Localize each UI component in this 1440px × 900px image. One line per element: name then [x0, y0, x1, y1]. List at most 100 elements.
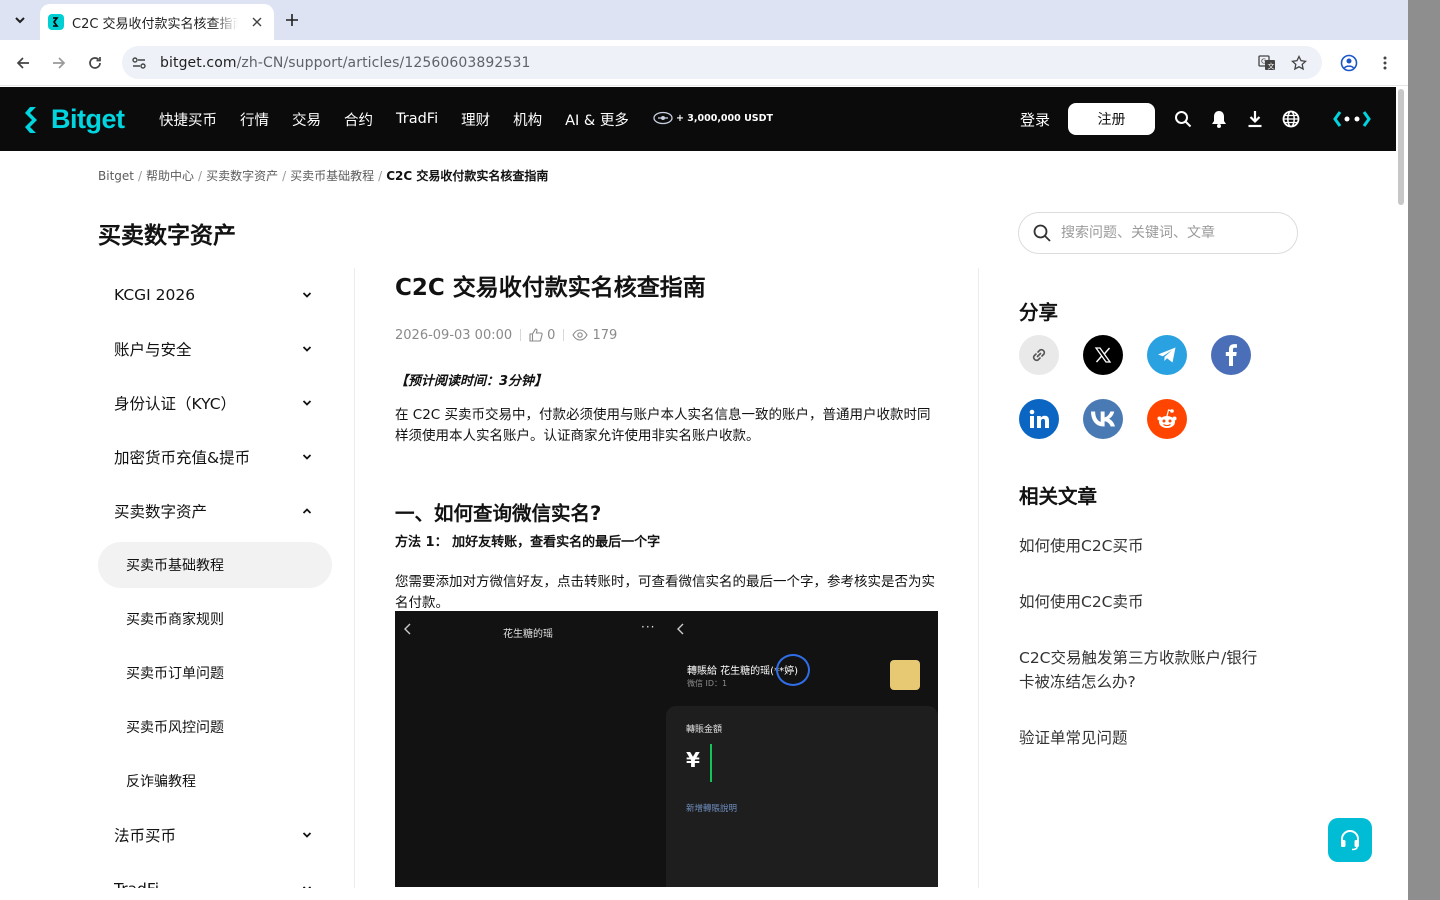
facebook-icon — [1225, 344, 1237, 366]
help-search[interactable] — [1018, 212, 1298, 254]
sidebar-item-label: TradFi — [114, 880, 159, 888]
sidebar-item-buy-sell[interactable]: 买卖数字资产 — [98, 484, 332, 538]
new-tab-button[interactable] — [282, 10, 302, 30]
download-button[interactable] — [1244, 108, 1266, 130]
page-scrollbar[interactable] — [1396, 87, 1408, 900]
share-link-button[interactable] — [1019, 335, 1059, 375]
customer-support-button[interactable] — [1328, 818, 1372, 862]
login-link[interactable]: 登录 — [1020, 109, 1050, 130]
share-reddit-button[interactable] — [1147, 399, 1187, 439]
close-tab-icon[interactable] — [248, 13, 266, 31]
arrow-right-icon — [53, 57, 66, 69]
language-button[interactable] — [1280, 108, 1302, 130]
nav-ai-more[interactable]: AI & 更多 — [565, 109, 629, 130]
breadcrumb: Bitget / 帮助中心 / 买卖数字资产 / 买卖币基础教程 / C2C 交易收付款… — [98, 167, 548, 184]
promo-banner[interactable]: + 3,000,000 USDT — [653, 111, 773, 125]
meta-divider — [563, 329, 565, 341]
forward-button[interactable] — [47, 51, 71, 75]
back-button[interactable] — [11, 51, 35, 75]
trophy-badge-icon — [653, 111, 673, 125]
url-text: bitget.com/zh-CN/support/articles/125606… — [160, 55, 530, 71]
back-arrow-icon — [677, 623, 684, 635]
nav-earn[interactable]: 理财 — [461, 109, 490, 130]
search-input[interactable] — [1061, 225, 1281, 241]
sidebar-item-account-security[interactable]: 账户与安全 — [98, 322, 332, 376]
linkedin-icon — [1029, 409, 1049, 428]
sidebar-subitem-order-issues[interactable]: 买卖币订单问题 — [98, 646, 332, 700]
sidebar-item-tradfi[interactable]: TradFi — [98, 862, 332, 888]
chevron-down-icon — [300, 342, 314, 356]
nav-markets[interactable]: 行情 — [240, 109, 269, 130]
sidebar-item-label: 身份认证（KYC） — [114, 395, 237, 413]
related-article-link[interactable]: C2C交易触发第三方收款账户/银行卡被冻结怎么办? — [1019, 646, 1259, 694]
share-x-button[interactable] — [1083, 335, 1123, 375]
search-button[interactable] — [1172, 108, 1194, 130]
notifications-button[interactable] — [1208, 108, 1230, 130]
nav-trade[interactable]: 交易 — [292, 109, 321, 130]
translate-button[interactable]: 文G — [1256, 52, 1278, 74]
site-header: Bitget 快捷买币 行情 交易 合约 TradFi 理财 机构 AI & 更… — [0, 87, 1396, 151]
like-button[interactable]: 0 — [529, 328, 555, 343]
chat-title: 花生糖的瑶 — [503, 629, 553, 640]
register-button[interactable]: 注册 — [1068, 103, 1155, 135]
sidebar-subitem-risk-control[interactable]: 买卖币风控问题 — [98, 700, 332, 754]
related-article-link[interactable]: 如何使用C2C买币 — [1019, 534, 1259, 558]
currency-symbol: ¥ — [686, 748, 700, 772]
profile-button[interactable] — [1337, 51, 1361, 75]
meta-divider — [520, 329, 522, 341]
logo-text: Bitget — [51, 104, 125, 134]
related-article-link[interactable]: 验证单常见问题 — [1019, 726, 1259, 750]
bitget-favicon-icon — [48, 14, 64, 30]
address-bar[interactable]: bitget.com/zh-CN/support/articles/125606… — [122, 46, 1322, 79]
article: C2C 交易收付款实名核查指南 2026-09-03 00:00 0 179 【… — [395, 270, 939, 614]
reddit-icon — [1157, 409, 1177, 428]
nav-futures[interactable]: 合约 — [344, 109, 373, 130]
amount-label: 轉賬金額 — [686, 725, 723, 735]
sidebar-item-deposit-withdraw[interactable]: 加密货币充值&提币 — [98, 430, 332, 484]
breadcrumb-item[interactable]: 买卖数字资产 — [206, 167, 278, 184]
bookmark-button[interactable] — [1288, 52, 1310, 74]
sidebar-subitem-anti-fraud[interactable]: 反诈骗教程 — [98, 754, 332, 808]
breadcrumb-item[interactable]: 帮助中心 — [146, 167, 194, 184]
web3-wallet-button[interactable] — [1332, 108, 1372, 130]
section-title: 买卖数字资产 — [98, 223, 236, 249]
share-linkedin-button[interactable] — [1019, 399, 1059, 439]
content-divider — [978, 268, 979, 888]
share-facebook-button[interactable] — [1211, 335, 1251, 375]
method-heading: 方法 1： 加好友转账，查看实名的最后一个字 — [395, 535, 661, 550]
arrow-left-icon — [16, 57, 29, 69]
telegram-icon — [1158, 347, 1176, 363]
chevron-down-icon — [15, 17, 25, 24]
reload-button[interactable] — [83, 51, 107, 75]
url-path: /zh-CN/support/articles/12560603892531 — [236, 54, 531, 71]
sidebar-subitem-merchant-rules[interactable]: 买卖币商家规则 — [98, 592, 332, 646]
read-time: 【预计阅读时间：3分钟】 — [395, 374, 548, 389]
sidebar-item-kyc[interactable]: 身份认证（KYC） — [98, 376, 332, 430]
browser-menu-button[interactable] — [1373, 51, 1397, 75]
share-telegram-button[interactable] — [1147, 335, 1187, 375]
svg-text:文: 文 — [1268, 62, 1275, 71]
sidebar-item-kcgi[interactable]: KCGI 2026 — [98, 268, 332, 322]
eye-icon — [572, 329, 589, 341]
headset-icon — [1341, 830, 1359, 851]
view-count-group: 179 — [572, 328, 617, 343]
browser-toolbar: bitget.com/zh-CN/support/articles/125606… — [0, 40, 1408, 86]
share-vk-button[interactable] — [1083, 399, 1123, 439]
sidebar-item-fiat[interactable]: 法币买币 — [98, 808, 332, 862]
scrollbar-thumb[interactable] — [1398, 89, 1404, 205]
sidebar-subitem-basics[interactable]: 买卖币基础教程 — [98, 542, 332, 588]
article-paragraph: 您需要添加对方微信好友，点击转账时，可查看微信实名的最后一个字，参考核实是否为实… — [395, 574, 935, 611]
browser-tab[interactable]: C2C 交易收付款实名核查指南 — [40, 4, 274, 40]
text-cursor — [710, 744, 712, 782]
breadcrumb-item[interactable]: 买卖币基础教程 — [290, 167, 374, 184]
tab-search-button[interactable] — [6, 7, 34, 33]
site-info-button[interactable] — [126, 50, 152, 76]
bitget-logo[interactable]: Bitget — [24, 104, 125, 135]
nav-institutional[interactable]: 机构 — [513, 109, 542, 130]
thumbs-up-icon — [529, 328, 543, 342]
nav-tradfi[interactable]: TradFi — [396, 111, 438, 127]
breadcrumb-item[interactable]: Bitget — [98, 169, 134, 183]
nav-quick-buy[interactable]: 快捷买币 — [159, 109, 217, 130]
related-article-link[interactable]: 如何使用C2C卖币 — [1019, 590, 1259, 614]
breadcrumb-separator: / — [378, 168, 383, 183]
